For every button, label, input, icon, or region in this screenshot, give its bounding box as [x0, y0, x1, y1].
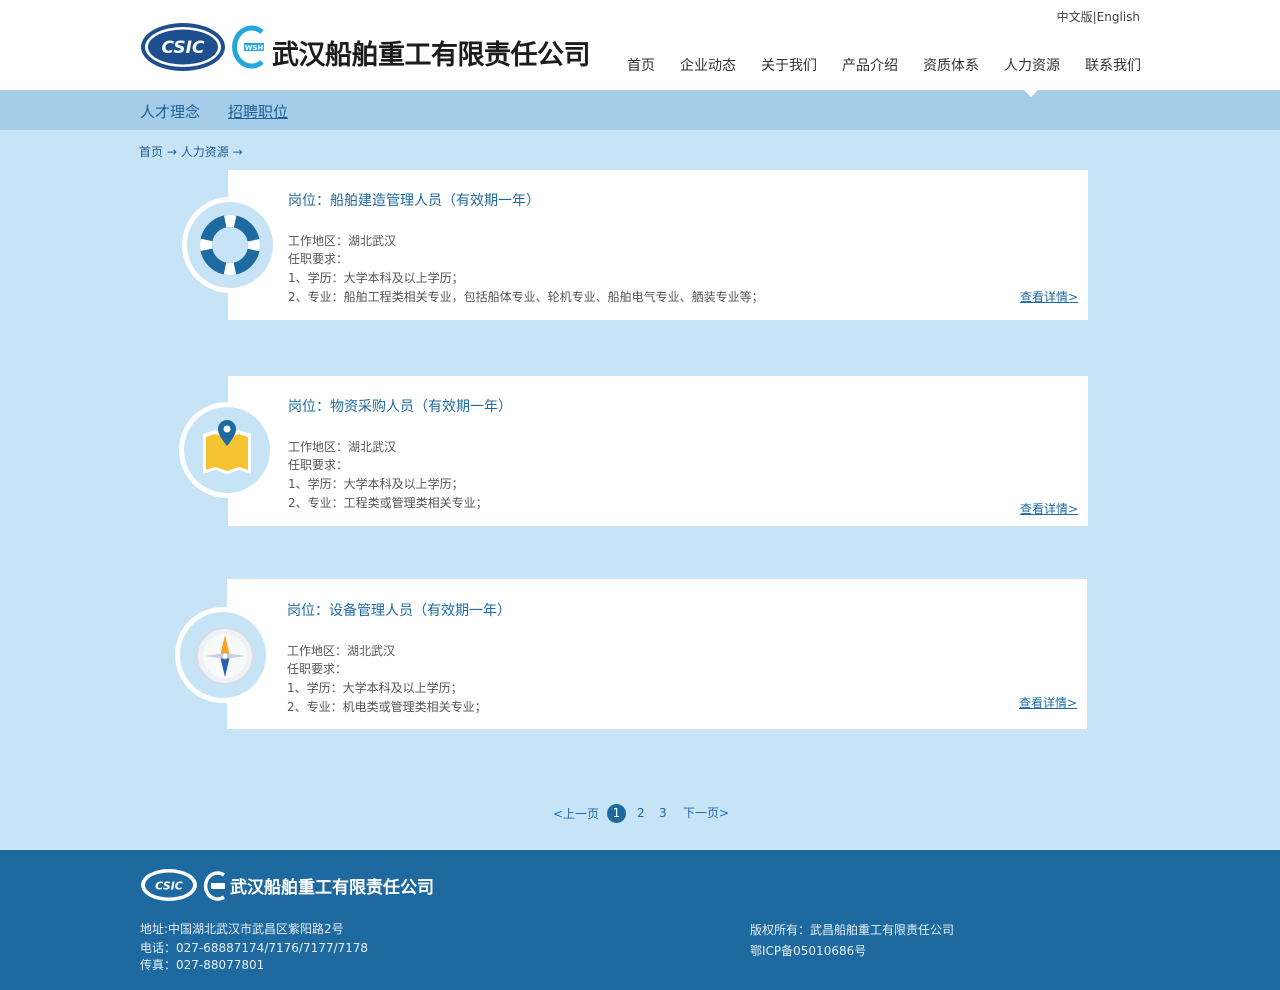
- map-pin-icon: [203, 420, 251, 474]
- nav-qualification[interactable]: 资质体系: [923, 55, 979, 75]
- prev-page-link[interactable]: <上一页: [553, 805, 599, 822]
- next-page-link[interactable]: 下一页>: [683, 804, 729, 821]
- footer-copyright: 版权所有：武昌船舶重工有限责任公司: [750, 923, 955, 937]
- job-icon-badge: [175, 607, 271, 703]
- nav-products[interactable]: 产品介绍: [842, 55, 898, 75]
- breadcrumb-hr[interactable]: 人力资源: [181, 145, 229, 159]
- footer-phone: 电话：027-68887174/7176/7177/7178: [140, 941, 369, 955]
- language-switch: 中文版|English: [1057, 8, 1140, 25]
- footer-icp[interactable]: 鄂ICP备05010686号: [750, 942, 866, 959]
- lang-chinese-link[interactable]: 中文版: [1057, 10, 1093, 24]
- job-card: 岗位：设备管理人员（有效期一年） 工作地区：湖北武汉 任职要求： 1、学历：大学…: [227, 579, 1087, 729]
- job-card: 岗位：物资采购人员（有效期一年） 工作地区：湖北武汉 任职要求： 1、学历：大学…: [228, 376, 1088, 526]
- job-location: 工作地区：湖北武汉: [287, 644, 396, 658]
- job-location: 工作地区：湖北武汉: [288, 440, 397, 454]
- job-title[interactable]: 岗位：船舶建造管理人员（有效期一年）: [288, 190, 540, 210]
- page-link-2[interactable]: 2: [637, 806, 645, 820]
- footer-wsh-logo: [203, 871, 225, 901]
- job-requirements-label: 任职要求：: [287, 662, 348, 676]
- active-nav-indicator: [1024, 90, 1038, 97]
- nav-news[interactable]: 企业动态: [680, 55, 736, 75]
- lang-english-link[interactable]: English: [1097, 10, 1140, 24]
- site-header: CSIC WSH 武汉船舶重工有限责任公司 中文版|English 首页 企业动…: [0, 0, 1280, 90]
- footer-address: 地址:中国湖北武汉市武昌区紫阳路2号: [140, 922, 344, 936]
- nav-about[interactable]: 关于我们: [761, 55, 817, 75]
- breadcrumb-home[interactable]: 首页: [139, 145, 163, 159]
- footer-company-name: 武汉船舶重工有限责任公司: [230, 878, 434, 898]
- nav-home[interactable]: 首页: [627, 55, 655, 75]
- job-title[interactable]: 岗位：设备管理人员（有效期一年）: [287, 600, 511, 620]
- job-icon-badge: [182, 197, 278, 293]
- view-details-link[interactable]: 查看详情>: [1019, 694, 1077, 711]
- job-title[interactable]: 岗位：物资采购人员（有效期一年）: [288, 396, 512, 416]
- svg-text:CSIC: CSIC: [155, 880, 183, 893]
- page-link-3[interactable]: 3: [659, 806, 667, 820]
- main-nav: 首页 企业动态 关于我们 产品介绍 资质体系 人力资源 联系我们: [602, 55, 1141, 75]
- csic-logo[interactable]: CSIC: [140, 22, 226, 72]
- job-card: 岗位：船舶建造管理人员（有效期一年） 工作地区：湖北武汉 任职要求： 1、学历：…: [228, 170, 1088, 320]
- lifebuoy-icon: [200, 215, 260, 275]
- subnav-job-openings[interactable]: 招聘职位: [228, 101, 288, 122]
- job-requirement: 1、学历：大学本科及以上学历；: [288, 271, 464, 285]
- subnav-talent-concept[interactable]: 人才理念: [140, 101, 200, 122]
- job-requirement: 2、专业：船舶工程类相关专业，包括船体专业、轮机专业、船舶电气专业、舾装专业等；: [288, 290, 764, 304]
- job-requirement: 1、学历：大学本科及以上学历；: [288, 477, 464, 491]
- company-name: 武汉船舶重工有限责任公司: [272, 40, 591, 71]
- breadcrumb-separator: →: [232, 145, 243, 159]
- job-icon-badge: [179, 402, 275, 498]
- job-requirement: 2、专业：工程类或管理类相关专业；: [288, 496, 488, 510]
- svg-text:CSIC: CSIC: [162, 38, 205, 58]
- current-page[interactable]: 1: [607, 804, 626, 823]
- footer-csic-logo: CSIC: [141, 869, 197, 901]
- breadcrumb-separator: →: [166, 145, 177, 159]
- breadcrumb: 首页 → 人力资源 →: [139, 143, 243, 160]
- svg-text:WSH: WSH: [245, 44, 264, 52]
- job-requirement: 2、专业：机电类或管理类相关专业；: [287, 700, 487, 714]
- job-requirements-label: 任职要求：: [288, 252, 349, 266]
- view-details-link[interactable]: 查看详情>: [1020, 288, 1078, 305]
- nav-contact[interactable]: 联系我们: [1085, 55, 1141, 75]
- job-requirements-label: 任职要求：: [288, 458, 349, 472]
- nav-hr[interactable]: 人力资源: [1004, 55, 1060, 75]
- compass-icon: [196, 627, 254, 685]
- view-details-link[interactable]: 查看详情>: [1020, 500, 1078, 517]
- wsh-logo[interactable]: WSH: [232, 24, 268, 70]
- job-location: 工作地区：湖北武汉: [288, 234, 397, 248]
- footer-fax: 传真：027-88077801: [140, 958, 265, 972]
- job-requirement: 1、学历：大学本科及以上学历；: [287, 681, 463, 695]
